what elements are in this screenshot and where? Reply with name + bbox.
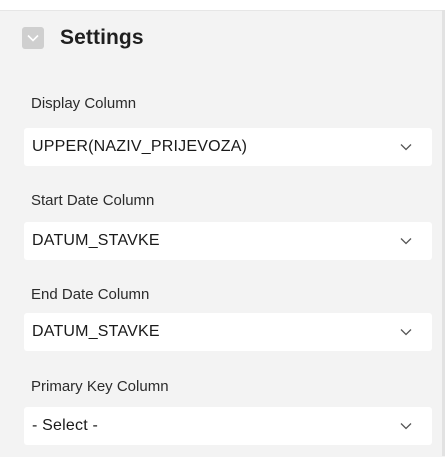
chevron-down-icon (27, 34, 39, 42)
settings-header: Settings (22, 26, 144, 50)
start-date-column-value: DATUM_STAVKE (32, 232, 160, 249)
primary-key-column-label: Primary Key Column (31, 378, 169, 395)
chevron-down-icon (400, 422, 412, 430)
chevron-down-icon (400, 328, 412, 336)
start-date-column-label: Start Date Column (31, 192, 155, 209)
end-date-column-label: End Date Column (31, 286, 150, 303)
section-title: Settings (60, 26, 144, 49)
display-column-label: Display Column (31, 95, 137, 112)
chevron-down-icon (400, 143, 412, 151)
collapse-toggle-button[interactable] (22, 27, 44, 49)
display-column-value: UPPER(NAZIV_PRIJEVOZA) (32, 138, 248, 155)
chevron-down-icon (400, 237, 412, 245)
end-date-column-select[interactable]: DATUM_STAVKE (24, 313, 432, 351)
primary-key-column-select[interactable]: - Select - (24, 407, 432, 445)
display-column-select[interactable]: UPPER(NAZIV_PRIJEVOZA) (24, 128, 432, 166)
start-date-column-select[interactable]: DATUM_STAVKE (24, 222, 432, 260)
primary-key-column-value: - Select - (32, 417, 99, 434)
end-date-column-value: DATUM_STAVKE (32, 323, 160, 340)
